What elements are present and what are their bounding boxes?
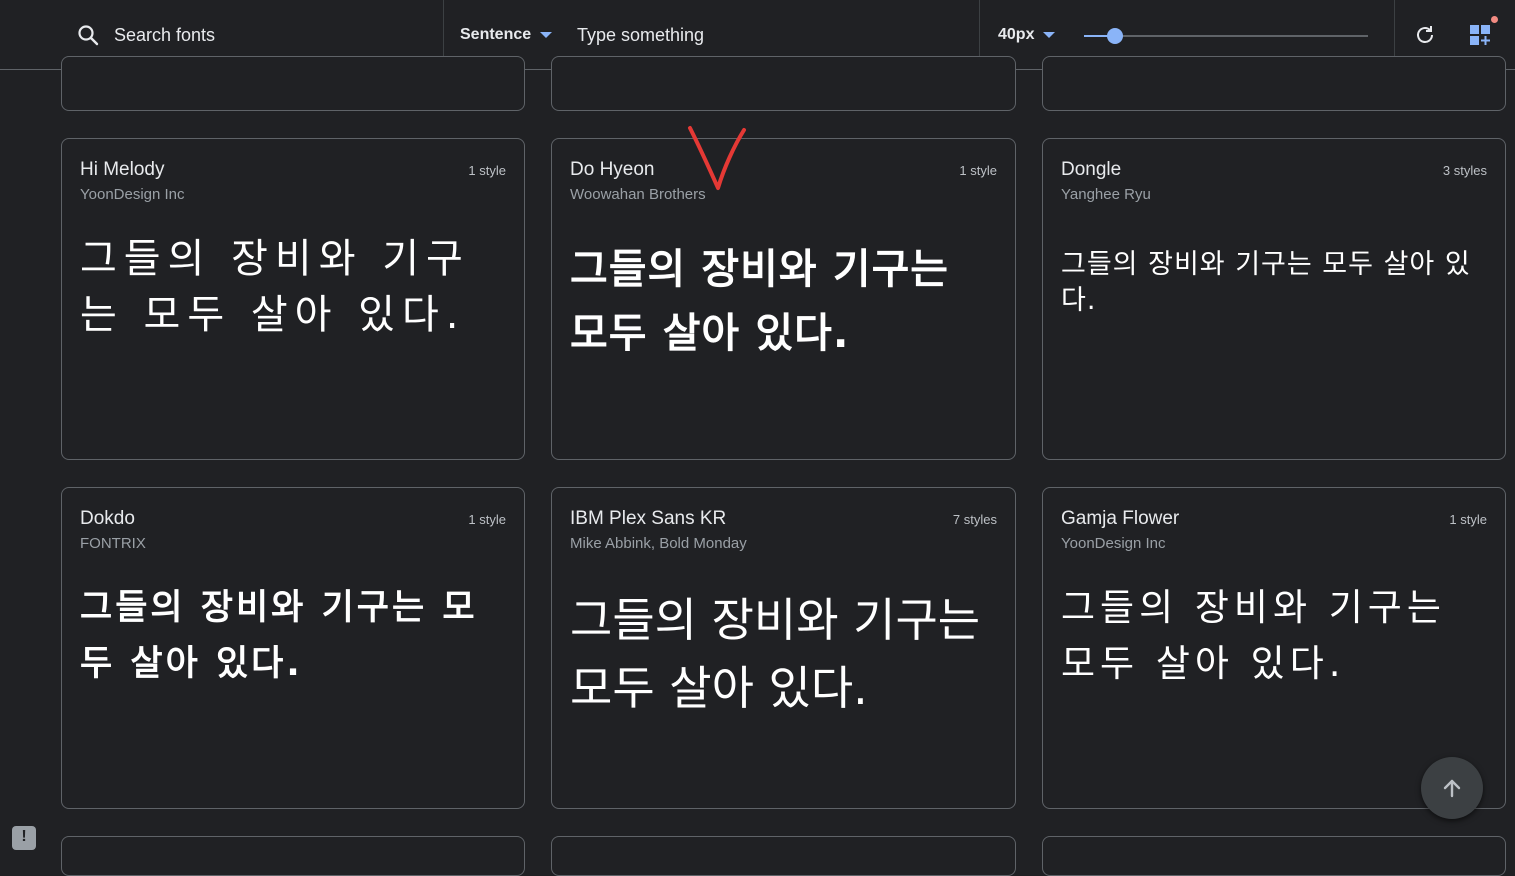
font-card-partial[interactable] [1042,836,1506,876]
font-name: Dokdo [80,508,135,529]
scroll-to-top-button[interactable] [1421,757,1483,819]
font-designer: Mike Abbink, Bold Monday [570,535,747,552]
font-sample: 그들의 장비와 기구는 모두 살아 있다. [80,236,470,338]
font-designer: YoonDesign Inc [1061,535,1166,552]
font-designer: FONTRIX [80,535,146,552]
font-name: Dongle [1061,159,1122,180]
chevron-down-icon [1043,32,1056,38]
chevron-down-icon [540,32,553,38]
style-count: 3 styles [1442,163,1487,178]
font-designer: Yanghee Ryu [1061,186,1151,203]
preview-mode-value: Sentence [460,26,532,43]
font-size-slider[interactable] [1084,26,1368,46]
style-count: 1 style [468,512,506,527]
slider-track [1084,35,1368,37]
style-count: 1 style [468,163,506,178]
font-designer: YoonDesign Inc [80,186,185,203]
font-card-partial[interactable] [551,56,1016,111]
font-name: Hi Melody [80,159,165,180]
font-name: IBM Plex Sans KR [570,508,727,529]
search-icon [78,25,99,46]
style-count: 1 style [959,163,997,178]
slider-thumb[interactable] [1107,28,1124,44]
grid-icon [1470,25,1490,45]
feedback-icon[interactable]: ! [12,826,36,850]
notification-dot [1491,16,1498,23]
font-card-partial[interactable] [551,836,1016,876]
font-sample: 그들의 장비와 기구는 모두 살아 있다. [80,588,478,684]
font-card-partial[interactable] [61,56,525,111]
style-count: 1 style [1449,512,1487,527]
font-card-ibm-plex-sans-kr[interactable]: IBM Plex Sans KR Mike Abbink, Bold Monda… [551,487,1016,809]
font-name: Do Hyeon [570,159,655,180]
search-input[interactable]: Search fonts [114,25,215,46]
font-card-dongle[interactable]: Dongle Yanghee Ryu 3 styles 그들의 장비와 기구는 … [1042,138,1506,460]
refresh-icon [1417,26,1433,43]
font-card-partial[interactable] [1042,56,1506,111]
checkmark-annotation-icon [688,126,746,190]
font-card-do-hyeon[interactable]: Do Hyeon Woowahan Brothers 1 style 그들의 장… [551,138,1016,460]
font-sample: 그들의 장비와 기구는 모두 살아 있다. [570,593,981,715]
font-card-dokdo[interactable]: Dokdo FONTRIX 1 style 그들의 장비와 기구는 모두 살아 … [61,487,525,809]
font-sample: 그들의 장비와 기구는 모두 살아 있다. [1061,249,1471,316]
font-sample: 그들의 장비와 기구는 모두 살아 있다. [570,245,950,357]
font-size-value: 40px [998,26,1035,43]
font-card-partial[interactable] [61,836,525,876]
arrow-up-icon [1443,779,1461,798]
font-sample: 그들의 장비와 기구는 모두 살아 있다. [1061,586,1446,685]
style-count: 7 styles [952,512,997,527]
font-name: Gamja Flower [1061,508,1180,529]
font-card-hi-melody[interactable]: Hi Melody YoonDesign Inc 1 style 그들의 장비와… [61,138,525,460]
